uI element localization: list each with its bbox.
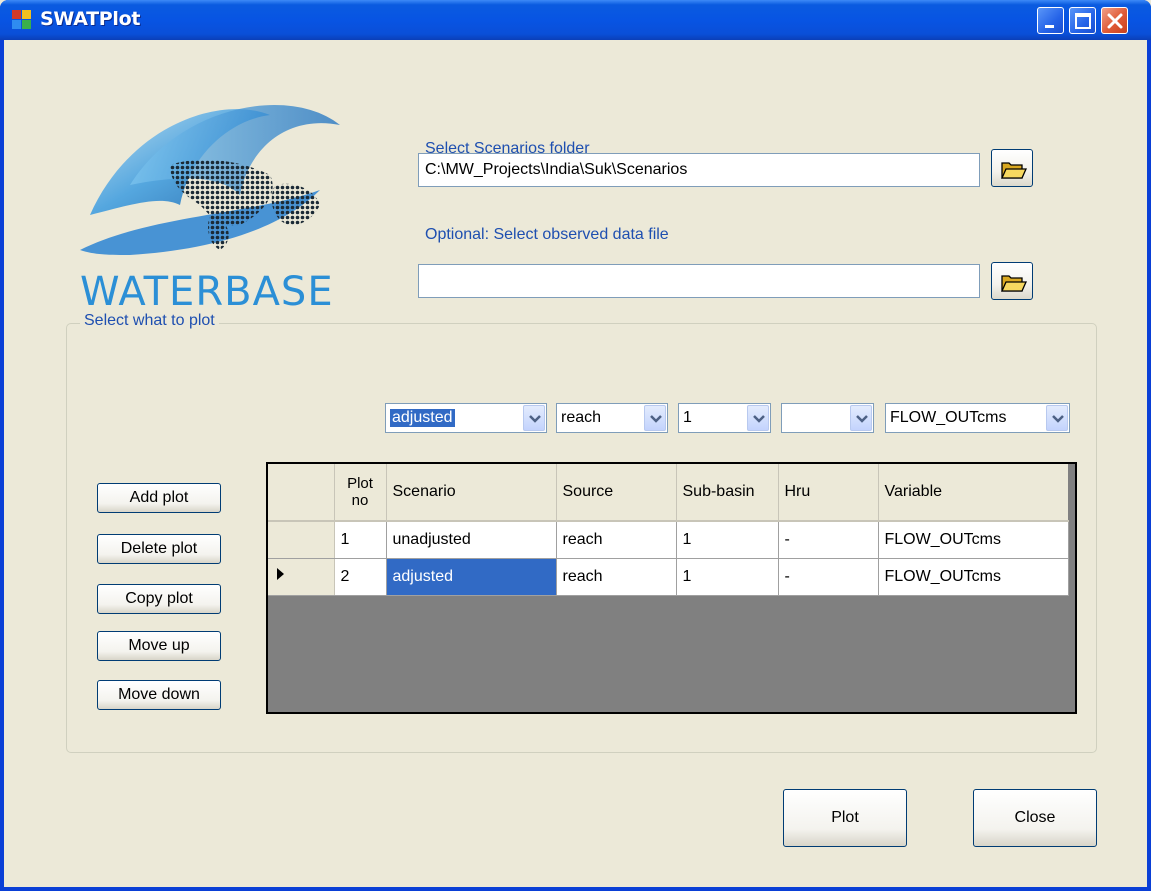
cell-plot-no[interactable]: 2 bbox=[334, 558, 387, 596]
plot-button[interactable]: Plot bbox=[783, 789, 907, 847]
variable-combo-value: FLOW_OUTcms bbox=[890, 409, 1007, 426]
row-header[interactable] bbox=[268, 558, 335, 596]
chevron-down-icon[interactable] bbox=[747, 405, 769, 431]
column-header-plot-no[interactable]: Plot no bbox=[334, 464, 387, 522]
current-row-arrow-icon bbox=[277, 568, 284, 580]
logo-wordmark: WATERBASE bbox=[80, 269, 334, 315]
minimize-icon bbox=[1045, 25, 1054, 28]
move-up-button[interactable]: Move up bbox=[97, 631, 221, 661]
observed-file-label: Optional: Select observed data file bbox=[425, 226, 669, 243]
plots-grid[interactable]: Plot no Scenario Source Sub-basin Hru Va… bbox=[266, 462, 1077, 714]
table-row[interactable]: 1 unadjusted reach 1 - FLOW_OUTcms bbox=[268, 521, 1069, 559]
browse-observed-button[interactable] bbox=[991, 262, 1033, 300]
subbasin-combo[interactable]: 1 bbox=[678, 403, 771, 433]
cell-source[interactable]: reach bbox=[556, 558, 677, 596]
chevron-down-icon[interactable] bbox=[644, 405, 666, 431]
cell-plot-no[interactable]: 1 bbox=[334, 521, 387, 559]
cell-scenario[interactable]: adjusted bbox=[386, 558, 557, 596]
close-button[interactable]: Close bbox=[973, 789, 1097, 847]
variable-combo[interactable]: FLOW_OUTcms bbox=[885, 403, 1070, 433]
subbasin-combo-value: 1 bbox=[683, 409, 692, 426]
cell-subbasin[interactable]: 1 bbox=[676, 558, 779, 596]
chevron-down-icon[interactable] bbox=[850, 405, 872, 431]
grid-header-row: Plot no Scenario Source Sub-basin Hru Va… bbox=[268, 464, 1068, 522]
column-header-scenario[interactable]: Scenario bbox=[386, 464, 557, 522]
column-header-subbasin[interactable]: Sub-basin bbox=[676, 464, 779, 522]
hru-combo[interactable] bbox=[781, 403, 874, 433]
waterbase-logo: WATERBASE bbox=[70, 65, 370, 315]
scenarios-folder-input[interactable]: C:\MW_Projects\India\Suk\Scenarios bbox=[418, 153, 980, 187]
maximize-icon bbox=[1075, 13, 1091, 29]
observed-file-input[interactable] bbox=[418, 264, 980, 298]
chevron-down-icon[interactable] bbox=[1046, 405, 1068, 431]
table-row[interactable]: 2 adjusted reach 1 - FLOW_OUTcms bbox=[268, 558, 1069, 596]
cell-variable[interactable]: FLOW_OUTcms bbox=[878, 558, 1069, 596]
add-plot-button[interactable]: Add plot bbox=[97, 483, 221, 513]
folder-open-icon bbox=[1000, 275, 1028, 292]
minimize-button[interactable] bbox=[1037, 7, 1064, 34]
cell-hru[interactable]: - bbox=[778, 521, 879, 559]
maximize-button[interactable] bbox=[1069, 7, 1096, 34]
cell-scenario[interactable]: unadjusted bbox=[386, 521, 557, 559]
scenario-combo-value: adjusted bbox=[390, 409, 455, 427]
folder-open-icon bbox=[1000, 162, 1028, 179]
app-icon bbox=[12, 10, 32, 30]
title-bar[interactable]: SWATPlot bbox=[0, 0, 1151, 40]
cell-source[interactable]: reach bbox=[556, 521, 677, 559]
move-down-button[interactable]: Move down bbox=[97, 680, 221, 710]
browse-scenarios-button[interactable] bbox=[991, 149, 1033, 187]
scenario-combo[interactable]: adjusted bbox=[385, 403, 547, 433]
cell-hru[interactable]: - bbox=[778, 558, 879, 596]
delete-plot-button[interactable]: Delete plot bbox=[97, 534, 221, 564]
window-title: SWATPlot bbox=[40, 8, 141, 30]
close-icon bbox=[1107, 13, 1123, 29]
source-combo[interactable]: reach bbox=[556, 403, 668, 433]
source-combo-value: reach bbox=[561, 409, 602, 426]
row-header[interactable] bbox=[268, 521, 335, 559]
copy-plot-button[interactable]: Copy plot bbox=[97, 584, 221, 614]
row-header-corner bbox=[268, 464, 335, 522]
column-header-source[interactable]: Source bbox=[556, 464, 677, 522]
column-header-variable[interactable]: Variable bbox=[878, 464, 1068, 522]
cell-subbasin[interactable]: 1 bbox=[676, 521, 779, 559]
cell-variable[interactable]: FLOW_OUTcms bbox=[878, 521, 1069, 559]
chevron-down-icon[interactable] bbox=[523, 405, 545, 431]
close-window-button[interactable] bbox=[1101, 7, 1128, 34]
plot-selection-group-title: Select what to plot bbox=[80, 312, 219, 330]
column-header-hru[interactable]: Hru bbox=[778, 464, 879, 522]
